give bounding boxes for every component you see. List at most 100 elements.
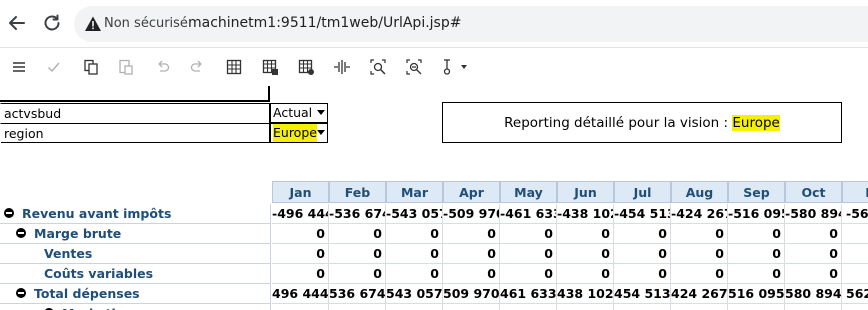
data-cell[interactable]: 0 — [272, 224, 329, 244]
column-header[interactable]: Jan — [272, 181, 329, 203]
data-cell[interactable] — [386, 304, 443, 310]
table-export-icon[interactable] — [297, 58, 315, 76]
data-cell[interactable] — [728, 304, 785, 310]
data-cell[interactable]: -438 102 — [557, 204, 614, 224]
data-cell[interactable]: 0 — [500, 264, 557, 284]
data-cell[interactable]: -562 — [842, 204, 868, 224]
data-cell[interactable]: 0 — [671, 264, 728, 284]
column-header[interactable]: Feb — [329, 181, 386, 203]
data-cell[interactable]: -454 513 — [614, 204, 671, 224]
row-header[interactable]: Ventes — [0, 244, 271, 264]
data-cell[interactable]: 509 970 — [443, 284, 500, 304]
data-cell[interactable]: 562 — [842, 284, 868, 304]
data-cell[interactable]: 0 — [443, 244, 500, 264]
menu-icon[interactable] — [10, 58, 28, 76]
security-label[interactable]: Non sécurisé — [104, 16, 188, 31]
data-cell[interactable] — [614, 304, 671, 310]
data-cell[interactable]: -496 444 — [272, 204, 329, 224]
column-header[interactable]: Aug — [671, 181, 728, 203]
data-cell[interactable]: 536 674 — [329, 284, 386, 304]
data-cell[interactable]: -536 674 — [329, 204, 386, 224]
column-header[interactable]: Sep — [728, 181, 785, 203]
row-header[interactable]: Total dépenses — [0, 284, 271, 304]
warning-icon[interactable] — [84, 15, 102, 33]
swap-columns-icon[interactable] — [333, 58, 351, 76]
row-header[interactable]: Marketing — [0, 304, 271, 310]
data-cell[interactable]: 0 — [272, 264, 329, 284]
redo-icon[interactable] — [189, 58, 207, 76]
data-cell[interactable]: -509 970 — [443, 204, 500, 224]
row-header[interactable]: Revenu avant impôts — [0, 204, 271, 224]
url-text[interactable]: machinetm1:9511/tm1web/UrlApi.jsp# — [188, 15, 461, 31]
column-header[interactable]: N — [842, 181, 868, 203]
column-header[interactable]: May — [500, 181, 557, 203]
data-cell[interactable]: 461 633 — [500, 284, 557, 304]
data-cell[interactable]: 0 — [443, 224, 500, 244]
data-cell[interactable]: 0 — [500, 224, 557, 244]
undo-icon[interactable] — [153, 58, 171, 76]
data-cell[interactable] — [272, 304, 329, 310]
data-cell[interactable]: 0 — [614, 224, 671, 244]
reload-icon[interactable] — [41, 12, 63, 34]
data-cell[interactable]: 496 444 — [272, 284, 329, 304]
data-cell[interactable]: 0 — [728, 264, 785, 284]
data-cell[interactable]: 0 — [329, 224, 386, 244]
data-cell[interactable]: 580 894 — [785, 284, 842, 304]
data-cell[interactable]: -461 633 — [500, 204, 557, 224]
data-cell[interactable]: 543 057 — [386, 284, 443, 304]
data-cell[interactable]: 0 — [386, 264, 443, 284]
omnibox[interactable]: Non sécurisé machinetm1:9511/tm1web/UrlA… — [74, 6, 868, 42]
data-cell[interactable]: 0 — [728, 244, 785, 264]
collapse-icon[interactable] — [16, 288, 26, 298]
data-cell[interactable]: 0 — [557, 264, 614, 284]
data-cell[interactable]: -580 894 — [785, 204, 842, 224]
column-header[interactable]: Apr — [443, 181, 500, 203]
data-cell[interactable]: 0 — [614, 244, 671, 264]
column-header[interactable]: Mar — [386, 181, 443, 203]
data-cell[interactable]: 0 — [386, 224, 443, 244]
check-icon[interactable] — [45, 58, 63, 76]
back-arrow-icon[interactable] — [6, 12, 28, 34]
sandbox-icon[interactable] — [441, 58, 469, 76]
collapse-icon[interactable] — [4, 208, 14, 218]
data-cell[interactable]: -516 095 — [728, 204, 785, 224]
data-cell[interactable]: 0 — [671, 244, 728, 264]
data-cell[interactable] — [443, 304, 500, 310]
row-header[interactable]: Coûts variables — [0, 264, 271, 284]
data-cell[interactable]: 0 — [785, 264, 842, 284]
column-header[interactable]: Jul — [614, 181, 671, 203]
zoom-in-icon[interactable] — [369, 58, 387, 76]
data-cell[interactable]: 0 — [671, 224, 728, 244]
copy-icon[interactable] — [82, 58, 100, 76]
data-cell[interactable]: 0 — [329, 244, 386, 264]
data-cell[interactable]: -543 057 — [386, 204, 443, 224]
data-cell[interactable]: 0 — [785, 224, 842, 244]
column-header[interactable]: Jun — [557, 181, 614, 203]
data-cell[interactable]: 0 — [500, 244, 557, 264]
data-cell[interactable] — [842, 224, 868, 244]
collapse-icon[interactable] — [16, 228, 26, 238]
data-cell[interactable] — [785, 304, 842, 310]
data-cell[interactable] — [842, 304, 868, 310]
data-cell[interactable] — [671, 304, 728, 310]
row-header[interactable]: Marge brute — [0, 224, 271, 244]
data-cell[interactable]: 516 095 — [728, 284, 785, 304]
data-cell[interactable]: -424 267 — [671, 204, 728, 224]
data-cell[interactable] — [842, 264, 868, 284]
data-cell[interactable] — [557, 304, 614, 310]
data-cell[interactable]: 0 — [557, 244, 614, 264]
data-cell[interactable]: 0 — [386, 244, 443, 264]
column-header[interactable]: Oct — [785, 181, 842, 203]
data-cell[interactable]: 454 513 — [614, 284, 671, 304]
data-cell[interactable] — [500, 304, 557, 310]
table-icon[interactable] — [225, 58, 243, 76]
zoom-out-icon[interactable] — [405, 58, 423, 76]
data-cell[interactable]: 438 102 — [557, 284, 614, 304]
region-select[interactable]: Europe — [270, 123, 328, 143]
data-cell[interactable]: 0 — [728, 224, 785, 244]
data-cell[interactable]: 0 — [443, 264, 500, 284]
data-cell[interactable] — [329, 304, 386, 310]
data-cell[interactable]: 0 — [329, 264, 386, 284]
data-cell[interactable] — [842, 244, 868, 264]
table-edit-icon[interactable] — [261, 58, 279, 76]
